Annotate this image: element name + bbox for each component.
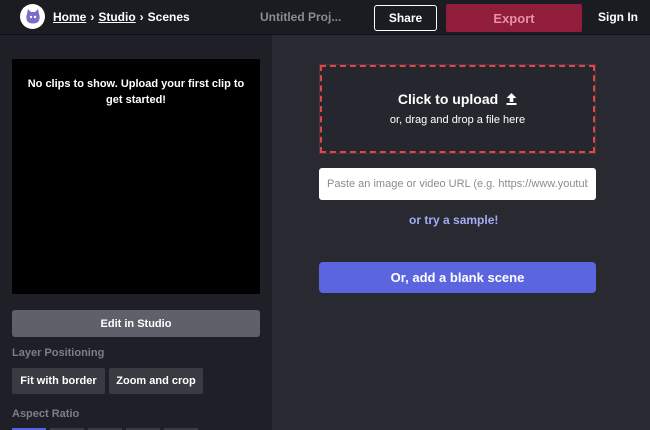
cat-mascot-icon[interactable] — [20, 4, 45, 29]
aspect-ratio-heading: Aspect Ratio — [12, 408, 80, 420]
upload-arrow-icon — [506, 93, 517, 105]
layer-positioning-heading: Layer Positioning — [12, 347, 105, 359]
media-url-input[interactable] — [319, 168, 596, 200]
breadcrumb-studio[interactable]: Studio — [98, 10, 135, 24]
share-button[interactable]: Share — [374, 5, 437, 31]
breadcrumb-home[interactable]: Home — [53, 10, 86, 24]
upload-title-text: Click to upload — [397, 91, 499, 107]
export-button[interactable]: Export — [446, 4, 582, 32]
breadcrumb-separator: › — [90, 10, 95, 24]
breadcrumb: Home › Studio › Scenes — [53, 9, 190, 25]
empty-preview-message: No clips to show. Upload your first clip… — [27, 78, 245, 106]
add-blank-scene-button[interactable]: Or, add a blank scene — [319, 262, 596, 293]
sign-in-link[interactable]: Sign In — [598, 10, 638, 24]
upload-title: Click to upload — [322, 91, 593, 107]
try-sample-link[interactable]: or try a sample! — [409, 213, 498, 227]
breadcrumb-scenes: Scenes — [147, 10, 190, 24]
upload-subtitle: or, drag and drop a file here — [389, 114, 526, 126]
upload-dropzone[interactable]: Click to upload or, drag and drop a file… — [320, 65, 595, 153]
edit-in-studio-button[interactable]: Edit in Studio — [12, 310, 260, 337]
fit-with-border-button[interactable]: Fit with border — [12, 368, 105, 394]
breadcrumb-separator: › — [139, 10, 144, 24]
left-panel: No clips to show. Upload your first clip… — [0, 35, 272, 430]
clip-preview: No clips to show. Upload your first clip… — [12, 59, 260, 294]
project-title[interactable]: Untitled Proj... — [260, 10, 350, 24]
top-bar: Home › Studio › Scenes Untitled Proj... … — [0, 0, 650, 35]
zoom-and-crop-button[interactable]: Zoom and crop — [109, 368, 203, 394]
